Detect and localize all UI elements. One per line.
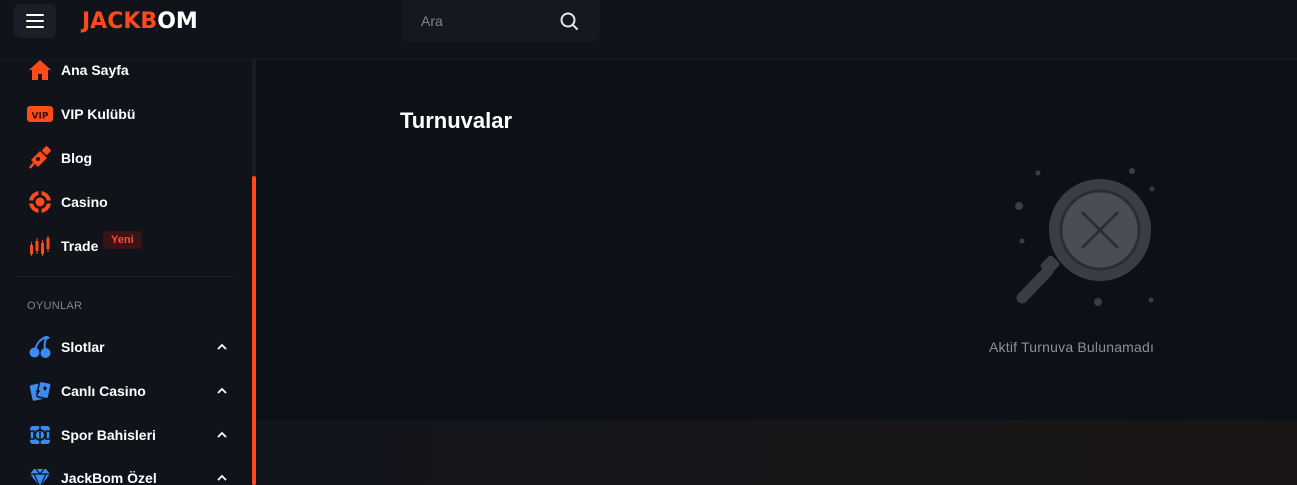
home-icon (27, 57, 53, 83)
search-icon[interactable] (558, 10, 580, 32)
sidebar-item-label: Casino (61, 194, 108, 210)
menu-line (26, 20, 44, 22)
sidebar-item-label: Canlı Casino (61, 383, 146, 399)
casino-chip-icon (27, 189, 53, 215)
sidebar-divider (16, 276, 234, 277)
blog-icon (27, 145, 53, 171)
logo-text-part2: OM (157, 8, 198, 34)
new-badge: Yeni (103, 231, 142, 249)
empty-state-message: Aktif Turnuva Bulunamadı (989, 339, 1155, 355)
sidebar-item-jackbom-ozel[interactable]: JackBom Özel (16, 458, 236, 485)
vip-icon: VIP (27, 101, 53, 127)
chevron-up-icon[interactable] (216, 429, 228, 441)
chevron-up-icon[interactable] (216, 472, 228, 484)
page-title: Turnuvalar (400, 108, 513, 133)
sidebar-item-label: JackBom Özel (61, 470, 157, 485)
sidebar-item-label: VIP Kulübü (61, 106, 136, 122)
chevron-up-icon[interactable] (216, 341, 228, 353)
search-input[interactable] (402, 0, 552, 42)
hamburger-menu-button[interactable] (14, 4, 56, 38)
logo-text-part1: JACKB (82, 8, 158, 34)
sidebar-section-title: OYUNLAR (27, 300, 83, 312)
sidebar-item-spor-bahisleri[interactable]: Spor Bahisleri (16, 415, 236, 455)
sidebar-item-label: Ana Sayfa (61, 62, 129, 78)
menu-line (26, 26, 44, 28)
trade-chart-icon (27, 233, 53, 259)
menu-line (26, 14, 44, 16)
sidebar-item-ana-sayfa[interactable]: Ana Sayfa (16, 50, 236, 90)
sidebar-item-blog[interactable]: Blog (16, 138, 236, 178)
chevron-up-icon[interactable] (216, 385, 228, 397)
sidebar-item-label: Spor Bahisleri (61, 427, 156, 443)
sidebar-item-label: Blog (61, 150, 93, 166)
no-results-magnifier-icon (1015, 168, 1155, 306)
sidebar-item-casino[interactable]: Casino (16, 182, 236, 222)
footer-section (256, 420, 1297, 485)
cherries-icon (27, 334, 53, 360)
svg-text:VIP: VIP (32, 112, 49, 122)
sports-icon (27, 422, 53, 448)
sidebar-item-canli-casino[interactable]: Canlı Casino (16, 371, 236, 411)
sidebar-item-slotlar[interactable]: Slotlar (16, 327, 236, 367)
sidebar-item-vip-kulubu[interactable]: VIP VIP Kulübü (16, 94, 236, 134)
cards-icon (27, 378, 53, 404)
sidebar-item-label: Trade (61, 238, 99, 254)
diamond-icon (27, 465, 53, 485)
sidebar-item-label: Slotlar (61, 339, 105, 355)
site-logo[interactable]: JACKB OM (82, 4, 198, 38)
